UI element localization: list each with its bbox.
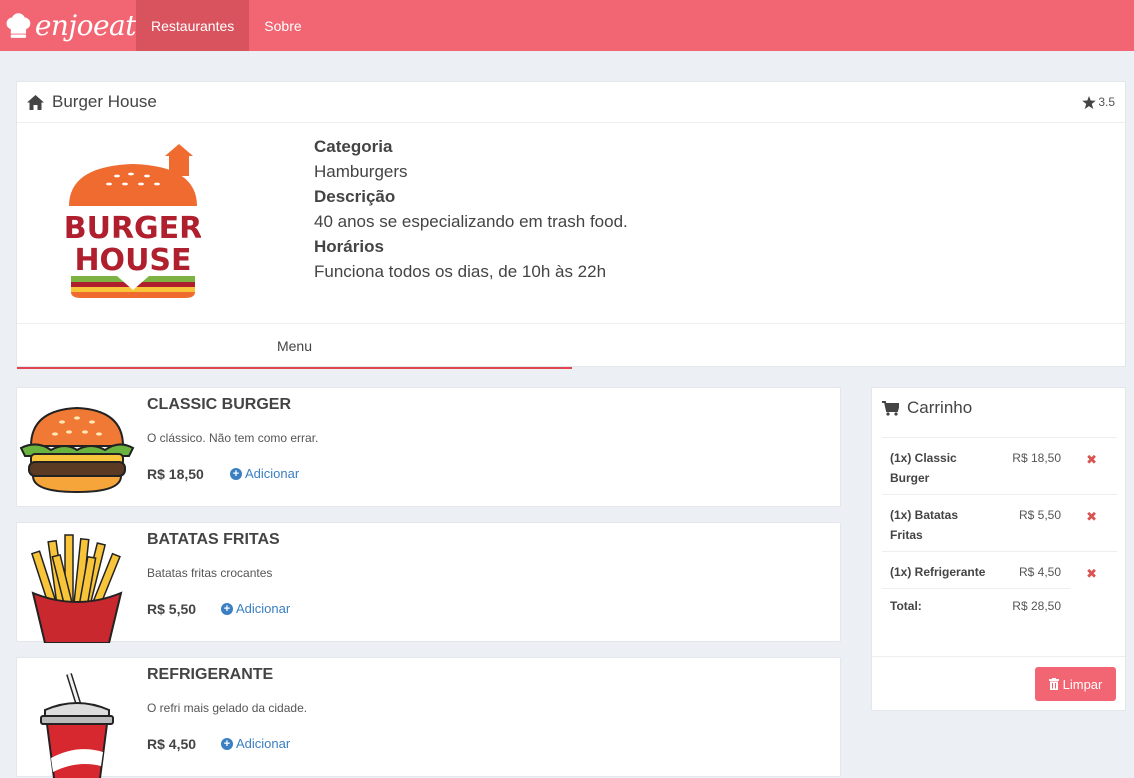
item-description: O refri mais gelado da cidade. <box>147 701 308 715</box>
description-value: 40 anos se especializando em trash food. <box>314 212 628 231</box>
rating-value: 3.5 <box>1098 95 1115 109</box>
add-button[interactable]: + Adicionar <box>221 736 290 751</box>
total-value: R$ 28,50 <box>1012 599 1061 613</box>
menu-item: REFRIGERANTE O refri mais gelado da cida… <box>16 657 841 778</box>
item-description: Batatas fritas crocantes <box>147 566 273 580</box>
soda-image <box>17 666 137 778</box>
clear-label: Limpar <box>1062 676 1103 692</box>
nav-item-sobre[interactable]: Sobre <box>249 0 316 51</box>
remove-icon[interactable]: ✖ <box>1086 566 1097 582</box>
item-name: CLASSIC BURGER <box>147 396 292 413</box>
nav-item-restaurantes[interactable]: Restaurantes <box>136 0 250 51</box>
home-icon <box>27 94 44 110</box>
cart-row: (1x) Classic Burger R$ 18,50 ✖ <box>882 437 1117 494</box>
cart-item-name: (1x) Classic Burger <box>890 451 957 485</box>
category-value: Hamburgers <box>314 162 408 181</box>
cart-panel: Carrinho (1x) Classic Burger R$ 18,50 ✖ … <box>871 387 1126 711</box>
description-label: Descrição <box>314 187 396 206</box>
chef-hat-icon <box>6 12 31 38</box>
add-button[interactable]: + Adicionar <box>221 601 290 616</box>
add-label: Adicionar <box>236 601 291 616</box>
item-price: R$ 4,50 <box>147 736 197 752</box>
cart-header: Carrinho <box>882 398 972 418</box>
restaurant-rating: 3.5 <box>1082 95 1115 109</box>
cart-item-name: (1x) Batatas Fritas <box>890 508 959 542</box>
menu-item: CLASSIC BURGER O clássico. Não tem como … <box>16 387 841 507</box>
add-label: Adicionar <box>236 736 291 751</box>
logo-line-1: BURGER <box>65 211 201 246</box>
remove-icon[interactable]: ✖ <box>1086 509 1097 525</box>
star-icon <box>1082 95 1097 109</box>
fries-image <box>17 531 137 644</box>
cart-item-price: R$ 18,50 <box>1012 451 1061 465</box>
cart-list: (1x) Classic Burger R$ 18,50 ✖ (1x) Bata… <box>882 437 1117 625</box>
restaurant-info: Categoria Hamburgers Descrição 40 anos s… <box>314 134 628 284</box>
item-description: O clássico. Não tem como errar. <box>147 431 319 445</box>
item-price: R$ 5,50 <box>147 601 197 617</box>
tab-bar: Menu <box>17 323 1127 369</box>
navbar: enjoeat Restaurantes Sobre <box>0 0 1134 51</box>
item-price: R$ 18,50 <box>147 466 204 482</box>
cart-row: (1x) Batatas Fritas R$ 5,50 ✖ <box>882 494 1117 551</box>
logo-line-2: HOUSE <box>74 243 191 278</box>
burger-image <box>17 396 137 504</box>
item-name: BATATAS FRITAS <box>147 531 280 548</box>
plus-circle-icon: + <box>230 467 242 480</box>
plus-circle-icon: + <box>221 737 233 750</box>
item-name: REFRIGERANTE <box>147 666 274 683</box>
brand-name: enjoeat <box>34 9 137 42</box>
restaurant-panel: Burger House 3.5 BURGER HOUSE Categoria … <box>16 81 1127 369</box>
tab-menu[interactable]: Menu <box>17 324 572 369</box>
cart-total-row: Total: R$ 28,50 <box>882 588 1070 625</box>
hours-value: Funciona todos os dias, de 10h às 22h <box>314 262 607 281</box>
restaurant-header: Burger House 3.5 <box>17 82 1125 123</box>
restaurant-logo: BURGER HOUSE <box>64 142 202 298</box>
category-label: Categoria <box>314 137 393 156</box>
cart-item-price: R$ 4,50 <box>1018 565 1061 579</box>
shopping-cart-icon <box>882 400 899 416</box>
menu-item: BATATAS FRITAS Batatas fritas crocantes … <box>16 522 841 644</box>
add-label: Adicionar <box>245 466 300 481</box>
cart-item-name: (1x) Refrigerante <box>890 565 986 579</box>
clear-cart-button[interactable]: Limpar <box>1035 667 1116 701</box>
hours-label: Horários <box>314 237 384 256</box>
cart-footer: Limpar <box>872 656 1125 711</box>
cart-item-price: R$ 5,50 <box>1018 508 1061 522</box>
trash-icon <box>1048 678 1059 690</box>
remove-icon[interactable]: ✖ <box>1086 452 1097 468</box>
brand-logo[interactable]: enjoeat <box>0 0 137 51</box>
plus-circle-icon: + <box>221 602 233 615</box>
total-label: Total: <box>890 599 922 613</box>
cart-title: Carrinho <box>907 398 973 417</box>
restaurant-name: Burger House <box>52 92 157 111</box>
add-button[interactable]: + Adicionar <box>230 466 299 481</box>
cart-row: (1x) Refrigerante R$ 4,50 ✖ <box>882 551 1117 588</box>
